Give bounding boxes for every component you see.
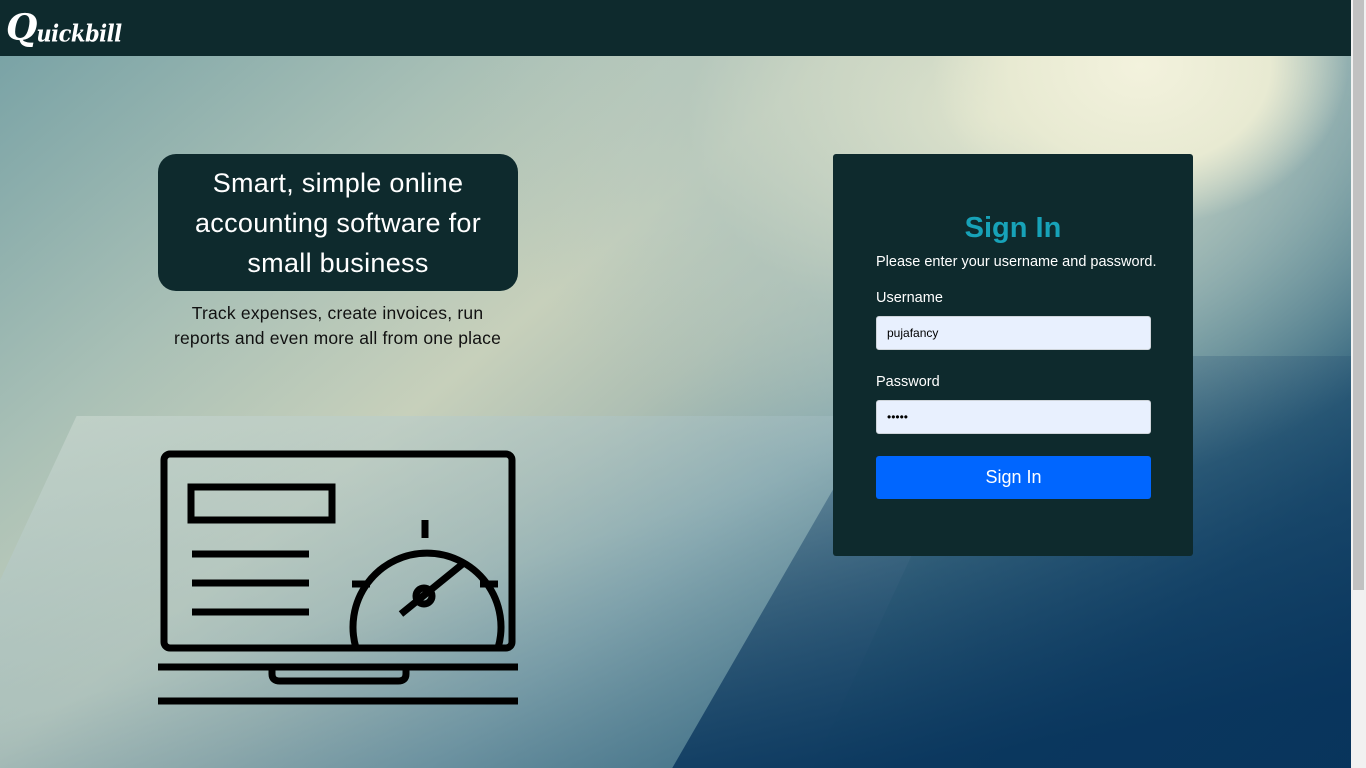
gauge-needle xyxy=(398,559,468,617)
sign-in-title: Sign In xyxy=(964,212,1062,244)
password-label: Password xyxy=(876,374,940,390)
quickbill-logo[interactable]: Q uickbill xyxy=(6,7,122,49)
hero-subtagline: Track expenses, create invoices, run rep… xyxy=(173,303,502,348)
logo-text: uickbill xyxy=(36,19,122,48)
page-scrollbar[interactable] xyxy=(1351,0,1366,768)
header-block-shape xyxy=(187,483,336,524)
hero-tagline: Smart, simple online accounting software… xyxy=(158,154,518,291)
username-label: Username xyxy=(876,290,943,306)
password-input[interactable] xyxy=(876,400,1151,434)
username-input[interactable] xyxy=(876,316,1151,350)
top-navbar: Q uickbill xyxy=(0,0,1366,56)
sign-in-button[interactable]: Sign In xyxy=(876,456,1151,499)
laptop-dashboard-icon xyxy=(158,450,518,705)
logo-letter: Q xyxy=(6,7,38,49)
sign-in-instructions: Please enter your username and password. xyxy=(876,254,1157,270)
scrollbar-thumb[interactable] xyxy=(1353,0,1364,590)
